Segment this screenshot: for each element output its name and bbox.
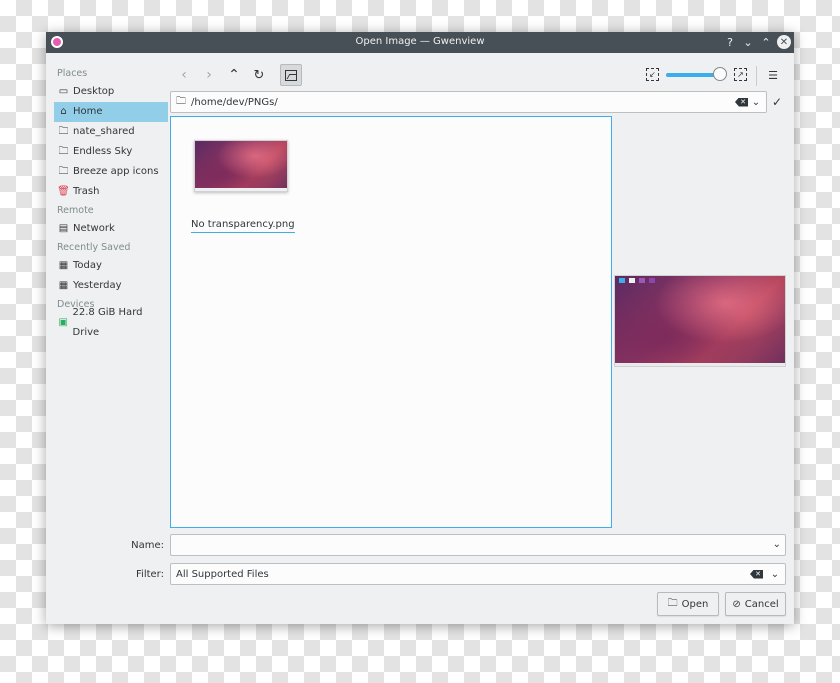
name-field[interactable]: ⌄ — [170, 534, 786, 556]
network-icon: ▤ — [58, 223, 69, 234]
filter-combobox[interactable]: All Supported Files ✕ ⌄ — [170, 563, 786, 585]
sidebar-item-yesterday[interactable]: ▦ Yesterday — [54, 276, 168, 296]
slider-fill — [666, 73, 720, 77]
name-label: Name: — [131, 540, 164, 551]
sidebar-section-remote: Remote — [57, 205, 94, 216]
thumbnail-taskbar — [195, 188, 287, 191]
preview-image — [615, 276, 785, 366]
sidebar-item-network[interactable]: ▤ Network — [54, 219, 168, 239]
chevron-down-icon[interactable]: ⌄ — [748, 97, 764, 108]
maximize-button[interactable]: ⌃ — [758, 34, 774, 50]
sidebar-section-recently-saved: Recently Saved — [57, 242, 131, 253]
chevron-down-icon[interactable]: ⌄ — [773, 539, 781, 550]
sidebar-item-breeze-app-icons[interactable]: 🗀 Breeze app icons — [54, 162, 168, 182]
parent-folder-icon: ⌃ — [228, 67, 240, 83]
sidebar-item-label: Endless Sky — [73, 146, 133, 157]
toolbar-separator — [756, 66, 757, 86]
sidebar-item-label: 22.8 GiB Hard Drive — [72, 307, 143, 338]
settings-sliders-icon: ☰ — [768, 68, 778, 82]
sidebar-item-trash[interactable]: 🗑 Trash — [54, 182, 168, 202]
help-button[interactable]: ? — [722, 34, 738, 50]
back-button[interactable]: ‹ — [173, 64, 195, 86]
reload-button[interactable]: ↻ — [248, 64, 270, 86]
preview-taskbar — [615, 363, 785, 366]
sidebar-item-label: Network — [73, 223, 115, 234]
parent-folder-button[interactable]: ⌃ — [223, 64, 245, 86]
preview-desktop-icon — [649, 278, 655, 283]
preview-pane — [614, 275, 786, 367]
places-sidebar: Places ▭ Desktop ⌂ Home 🗀 nate_shared 🗀 … — [54, 65, 168, 338]
sidebar-item-endless-sky[interactable]: 🗀 Endless Sky — [54, 142, 168, 162]
clear-icon[interactable]: ✕ — [735, 97, 748, 107]
sidebar-item-nate-shared[interactable]: 🗀 nate_shared — [54, 122, 168, 142]
chevron-down-icon[interactable]: ⌄ — [767, 569, 783, 580]
options-button[interactable]: ☰ — [762, 64, 784, 86]
slider-handle[interactable] — [713, 67, 727, 81]
sidebar-item-hard-drive[interactable]: ▣ 22.8 GiB Hard Drive — [54, 307, 168, 338]
location-bar[interactable]: 🗀 /home/dev/PNGs/ ✕ ⌄ — [170, 91, 767, 113]
preview-toggle-button[interactable] — [280, 64, 302, 86]
preview-desktop-icon — [629, 278, 635, 283]
desktop-icon: ▭ — [58, 86, 69, 97]
sidebar-item-label: Today — [73, 260, 102, 271]
home-icon: ⌂ — [60, 106, 67, 117]
zoom-out-icon[interactable]: ↙ — [646, 68, 659, 81]
name-value[interactable] — [171, 539, 176, 543]
sidebar-item-label: Yesterday — [73, 280, 122, 291]
zoom-in-icon[interactable]: ↗ — [734, 68, 747, 81]
minimize-button[interactable]: ⌄ — [740, 34, 756, 50]
location-path[interactable]: /home/dev/PNGs/ — [191, 97, 735, 108]
folder-open-icon: 🗀 — [667, 597, 678, 609]
file-dialog-window: Open Image — Gwenview ? ⌄ ⌃ ✕ Places ▭ D… — [46, 32, 794, 624]
sidebar-item-label: Trash — [73, 186, 100, 197]
sidebar-item-label: nate_shared — [73, 126, 135, 137]
folder-icon: 🗀 — [58, 166, 69, 177]
sidebar-section-places: Places — [57, 68, 88, 79]
sidebar-item-label: Desktop — [73, 86, 115, 97]
cancel-button[interactable]: ⊘ Cancel — [725, 592, 786, 616]
filter-value[interactable]: All Supported Files — [171, 569, 750, 580]
forward-button[interactable]: › — [198, 64, 220, 86]
sidebar-item-home[interactable]: ⌂ Home — [54, 102, 168, 122]
window-title: Open Image — Gwenview — [355, 36, 485, 47]
sidebar-item-label: Home — [73, 106, 103, 117]
hard-drive-icon: ▣ — [58, 317, 68, 328]
image-thumbnail — [195, 141, 287, 191]
file-view[interactable]: No transparency.png — [170, 116, 612, 528]
open-button[interactable]: 🗀 Open — [657, 592, 719, 616]
image-preview-icon — [285, 69, 297, 81]
close-button[interactable]: ✕ — [777, 35, 791, 49]
back-arrow-icon: ‹ — [181, 67, 187, 83]
forward-arrow-icon: › — [206, 67, 212, 83]
titlebar[interactable]: Open Image — Gwenview ? ⌄ ⌃ ✕ — [46, 32, 794, 53]
open-button-label: Open — [681, 598, 709, 610]
checkmark-icon: ✓ — [771, 95, 783, 109]
preview-desktop-icon — [639, 278, 645, 283]
file-thumbnail[interactable] — [194, 140, 288, 192]
folder-icon: 🗀 — [58, 126, 69, 137]
folder-icon: 🗀 — [176, 95, 186, 107]
sidebar-item-label: Breeze app icons — [73, 166, 159, 177]
file-name-label[interactable]: No transparency.png — [191, 219, 295, 233]
cancel-button-label: Cancel — [744, 598, 779, 610]
folder-icon: 🗀 — [58, 146, 69, 157]
go-button[interactable]: ✓ — [769, 92, 785, 112]
icon-size-slider[interactable] — [666, 67, 727, 81]
calendar-icon: ▦ — [58, 280, 69, 291]
clear-icon[interactable]: ✕ — [750, 569, 763, 579]
cancel-icon: ⊘ — [732, 598, 741, 610]
trash-icon: 🗑 — [57, 186, 70, 197]
preview-desktop-icon — [619, 278, 625, 283]
sidebar-item-desktop[interactable]: ▭ Desktop — [54, 82, 168, 102]
sidebar-item-today[interactable]: ▦ Today — [54, 256, 168, 276]
reload-icon: ↻ — [253, 67, 265, 83]
calendar-icon: ▦ — [58, 260, 69, 271]
filter-label: Filter: — [136, 569, 164, 580]
